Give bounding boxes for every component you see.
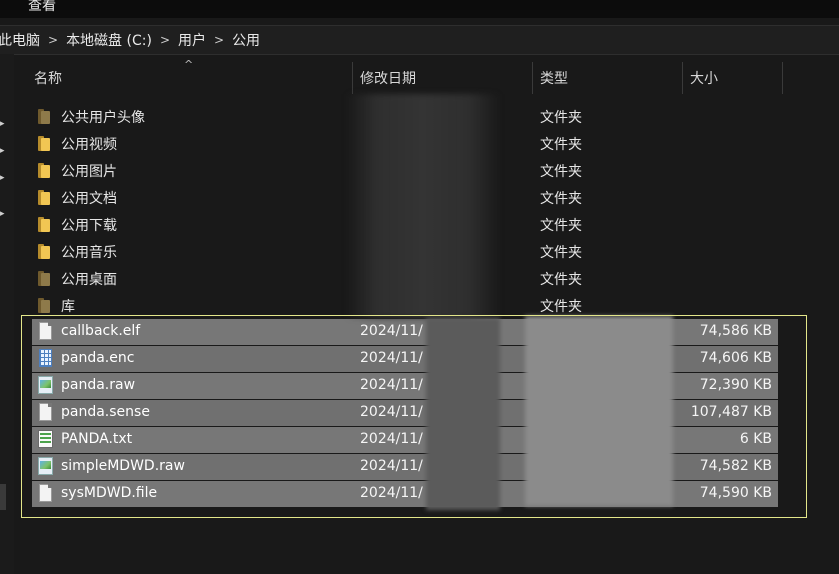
column-divider[interactable] <box>352 62 353 94</box>
file-type: 文件夹 <box>540 299 582 315</box>
file-type: 文件夹 <box>540 110 582 126</box>
redaction-blur <box>346 94 500 318</box>
breadcrumb-item-public[interactable]: 公用 <box>232 30 260 50</box>
expand-arrow-icon[interactable]: ▸ <box>0 147 8 156</box>
file-name: 公用音乐 <box>61 245 117 261</box>
column-header-type-label: 类型 <box>540 71 568 87</box>
expand-arrow-icon[interactable]: ▸ <box>0 210 8 219</box>
folder-icon <box>38 136 50 151</box>
folder-icon <box>38 244 50 259</box>
folder-icon <box>38 163 50 178</box>
file-name: 公用视频 <box>61 137 117 153</box>
chevron-right-icon[interactable]: > <box>214 33 224 47</box>
file-name: 公用下载 <box>61 218 117 234</box>
breadcrumb-item-this-pc[interactable]: 此电脑 <box>0 30 40 50</box>
column-divider[interactable] <box>782 62 783 94</box>
file-type: 文件夹 <box>540 218 582 234</box>
file-type: 文件夹 <box>540 164 582 180</box>
file-name: 公共用户头像 <box>61 110 145 126</box>
column-header-name[interactable]: 名称 <box>34 62 352 94</box>
column-header-size[interactable]: 大小 <box>690 62 782 94</box>
expand-arrow-icon[interactable] <box>0 183 8 191</box>
column-header-type[interactable]: 类型 <box>540 62 682 94</box>
breadcrumb-item-users[interactable]: 用户 <box>178 30 206 50</box>
breadcrumb-item-drive[interactable]: 本地磁盘 (C:) <box>66 30 152 50</box>
file-type: 文件夹 <box>540 137 582 153</box>
file-name: 公用图片 <box>61 164 117 180</box>
column-header-date-label: 修改日期 <box>360 71 416 87</box>
expand-arrow-icon[interactable]: ▸ <box>0 174 8 183</box>
folder-icon <box>38 109 50 124</box>
column-header-date[interactable]: 修改日期 <box>360 62 532 94</box>
selection-highlight-frame <box>21 315 807 518</box>
folder-icon <box>38 217 50 232</box>
breadcrumb[interactable]: 此电脑 > 本地磁盘 (C:) > 用户 > 公用 <box>0 25 839 55</box>
file-type: 文件夹 <box>540 272 582 288</box>
column-header-name-label: 名称 <box>34 71 62 87</box>
file-name: 公用桌面 <box>61 272 117 288</box>
expand-arrow-icon[interactable]: ▸ <box>0 120 8 129</box>
file-name: 公用文档 <box>61 191 117 207</box>
column-divider[interactable] <box>682 62 683 94</box>
file-type: 文件夹 <box>540 191 582 207</box>
chevron-right-icon[interactable]: > <box>48 33 58 47</box>
menu-bar: 查看 <box>0 0 839 18</box>
folder-icon <box>38 190 50 205</box>
column-divider[interactable] <box>532 62 533 94</box>
menu-view[interactable]: 查看 <box>28 0 56 15</box>
folder-icon <box>38 271 50 286</box>
file-name: 库 <box>61 299 75 315</box>
folder-icon <box>38 298 50 313</box>
nav-scrollbar-thumb[interactable] <box>0 484 6 510</box>
chevron-right-icon[interactable]: > <box>160 33 170 47</box>
file-type: 文件夹 <box>540 245 582 261</box>
column-header-size-label: 大小 <box>690 71 718 87</box>
